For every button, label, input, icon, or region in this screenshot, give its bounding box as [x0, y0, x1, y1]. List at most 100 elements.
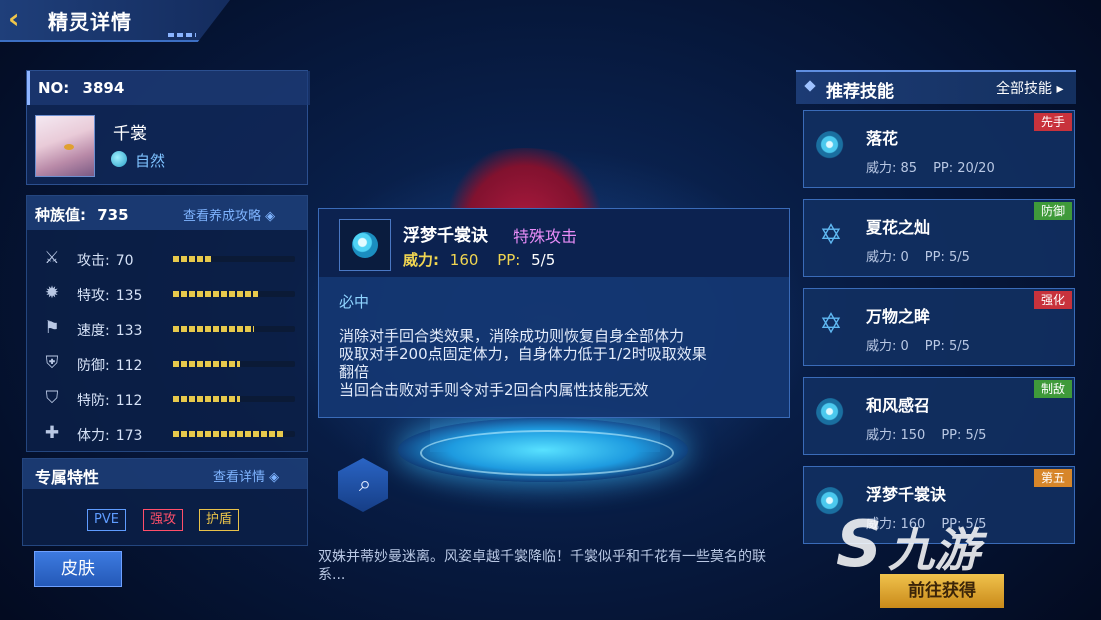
skill-name: 万物之眸 — [866, 307, 931, 326]
skill-badge: 先手 — [1034, 113, 1072, 131]
skill-power: 威力: 85 — [866, 161, 918, 176]
stat-label: 特防: — [77, 393, 110, 409]
special-shield-icon: ⛉ — [45, 388, 59, 408]
watermark-text: 九游 — [888, 523, 981, 577]
stat-bar-fill — [173, 361, 241, 367]
skill-name: 夏花之灿 — [866, 218, 931, 237]
skill-detail-pp-label: PP: — [497, 251, 521, 269]
swirl-icon — [816, 398, 846, 428]
pet-number-row: NO: 3894 — [27, 71, 310, 105]
stat-label: 体力: — [77, 428, 110, 444]
skill-detail-pp: 5/5 — [531, 251, 556, 269]
traits-header: 专属特性 查看详情 ◈ — [23, 459, 307, 489]
stat-label: 速度: — [77, 323, 110, 339]
traits-detail-label: 查看详情 — [213, 470, 266, 485]
star-icon: ✡ — [819, 307, 843, 340]
stat-label: 防御: — [77, 358, 110, 374]
swirl-icon — [352, 232, 378, 258]
all-skills-label: 全部技能 — [996, 81, 1052, 97]
skill-badge: 第五 — [1034, 469, 1072, 487]
pet-avatar — [35, 115, 95, 177]
stat-bar — [173, 326, 295, 332]
back-arrow-icon[interactable]: ‹ — [8, 5, 34, 33]
stat-value: 70 — [115, 253, 134, 269]
skill-pp: PP: 5/5 — [924, 250, 970, 265]
recommend-title: 推荐技能 — [826, 82, 894, 102]
platform-ring — [420, 430, 674, 476]
skill-name: 浮梦千裳诀 — [866, 485, 947, 504]
all-skills-link[interactable]: 全部技能 ▸ — [996, 78, 1063, 98]
skill-icon-frame — [339, 219, 391, 271]
boot-icon: ⚑ — [44, 318, 60, 338]
race-value-label: 种族值: — [35, 206, 86, 224]
race-value: 735 — [97, 206, 129, 224]
skill-detail-stats: 威力: 160 PP: 5/5 — [403, 249, 555, 270]
sword-icon: ⚔ — [44, 248, 60, 268]
skill-power: 威力: 150 — [866, 428, 926, 443]
guide-link[interactable]: 查看养成攻略 ◈ — [183, 205, 275, 224]
pet-number: 3894 — [82, 79, 125, 97]
pet-element: 自然 — [135, 152, 166, 170]
skill-pp: PP: 20/20 — [933, 161, 995, 176]
shield-icon: ⛨ — [45, 353, 59, 373]
skill-badge: 强化 — [1034, 291, 1072, 309]
stat-bar-fill — [173, 396, 241, 402]
watermark-s-icon: S — [836, 508, 883, 582]
chevron-right-icon: ▸ — [1056, 81, 1064, 97]
bandage-icon: ✚ — [44, 423, 60, 443]
stat-row: ⛉ 特防: 112 — [27, 381, 307, 416]
stat-value: 173 — [115, 428, 143, 444]
pet-number-label: NO: — [38, 79, 70, 97]
skill-detail-header: 浮梦千裳诀 特殊攻击 威力: 160 PP: 5/5 — [319, 209, 789, 277]
pet-name: 千裳 — [113, 124, 147, 144]
stat-bar — [173, 431, 295, 437]
skill-pp: PP: 5/5 — [924, 339, 970, 354]
skill-name: 落花 — [866, 129, 899, 148]
recommended-skill-card[interactable]: 落花威力: 85 PP: 20/20 先手 — [803, 110, 1075, 188]
stat-bar — [173, 396, 295, 402]
stat-bar-fill — [173, 256, 214, 262]
skill-detail-name: 浮梦千裳诀 — [403, 226, 488, 246]
skill-power: 威力: 0 — [866, 339, 909, 354]
recommended-skill-card[interactable]: ✡ 万物之眸威力: 0 PP: 5/5 强化 — [803, 288, 1075, 366]
search-icon: ⌕ — [358, 472, 372, 497]
recommended-skill-card[interactable]: ✡ 夏花之灿威力: 0 PP: 5/5 防御 — [803, 199, 1075, 277]
stat-bar — [173, 256, 295, 262]
recommended-skill-card[interactable]: 和风感召威力: 150 PP: 5/5 制敌 — [803, 377, 1075, 455]
stats-header: 种族值: 735 查看养成攻略 ◈ — [27, 196, 307, 230]
stat-value: 112 — [115, 358, 143, 374]
skill-name: 和风感召 — [866, 396, 931, 415]
skill-pp: PP: 5/5 — [941, 428, 987, 443]
stat-bar-fill — [173, 326, 254, 332]
skill-detail-power: 160 — [449, 251, 479, 269]
stat-bar-fill — [173, 291, 259, 297]
nature-element-icon — [111, 151, 127, 167]
stat-bar-fill — [173, 431, 283, 437]
skill-detail-effect: 消除对手回合类效果，消除成功则恢复自身全部体力 吸取对手200点固定体力，自身体… — [339, 327, 707, 399]
page-title: 精灵详情 — [48, 10, 132, 34]
info-diamond-icon: ◈ — [269, 470, 280, 485]
goto-obtain-button[interactable]: 前往获得 — [880, 574, 1004, 608]
traits-detail-link[interactable]: 查看详情 ◈ — [213, 466, 279, 485]
skill-badge: 制敌 — [1034, 380, 1072, 398]
skill-detail-power-label: 威力: — [403, 251, 439, 269]
stat-label: 特攻: — [77, 288, 110, 304]
stat-label: 攻击: — [77, 253, 110, 269]
star-icon: ✡ — [819, 218, 843, 251]
stat-row: ⛨ 防御: 112 — [27, 346, 307, 381]
pet-card: NO: 3894 千裳 自然 — [26, 70, 310, 185]
trait-tag: 护盾 — [199, 509, 240, 531]
guide-link-label: 查看养成攻略 — [183, 209, 262, 224]
stat-row: ⚔ 攻击: 70 — [27, 241, 307, 276]
skill-badge: 防御 — [1034, 202, 1072, 220]
skill-detail-popup: 浮梦千裳诀 特殊攻击 威力: 160 PP: 5/5 必中 消除对手回合类效果，… — [318, 208, 790, 418]
header-decoration — [168, 33, 196, 37]
skill-detail-must-hit: 必中 — [339, 293, 370, 311]
skin-button[interactable]: 皮肤 — [34, 551, 122, 587]
pet-description: 双姝并蒂妙曼迷离。风姿卓越千裳降临！千裳似乎和千花有一些莫名的联系... — [318, 549, 766, 583]
stat-value: 133 — [115, 323, 143, 339]
stat-value: 135 — [115, 288, 143, 304]
stats-panel: 种族值: 735 查看养成攻略 ◈ ⚔ 攻击: 70 ✹ 特攻: 135 ⚑ 速度: 133 ⛨ 防… — [26, 195, 308, 452]
skill-detail-category: 特殊攻击 — [513, 227, 578, 246]
skill-power: 威力: 0 — [866, 250, 909, 265]
